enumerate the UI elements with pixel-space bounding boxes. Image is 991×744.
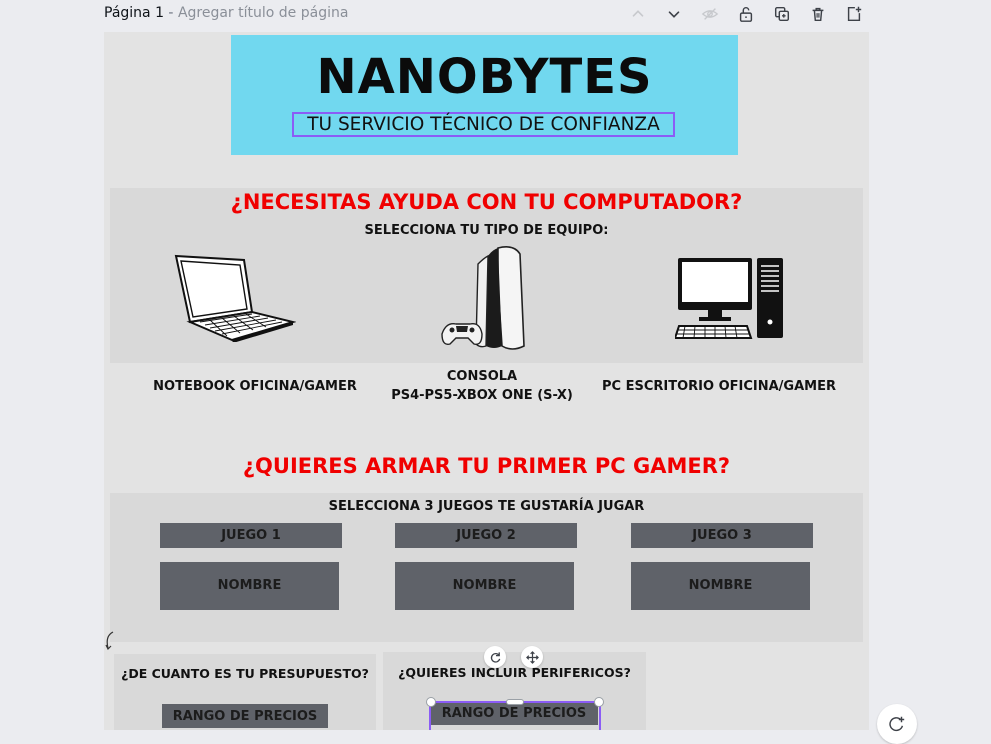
console-label-line2: PS4-PS5-XBOX ONE (S-X): [391, 388, 573, 403]
chevron-up-icon[interactable]: [628, 4, 648, 24]
gamer-section-title[interactable]: ¿QUIERES ARMAR TU PRIMER PC GAMER?: [104, 454, 869, 478]
separator: -: [163, 5, 178, 21]
move-icon[interactable]: [521, 646, 543, 668]
resize-handle-top-left[interactable]: [426, 697, 436, 707]
budget-price-range-button[interactable]: RANGO DE PRECIOS: [162, 704, 328, 728]
curved-arrow-icon: [104, 630, 116, 652]
laptop-icon[interactable]: [170, 252, 297, 343]
help-section-title[interactable]: ¿NECESITAS AYUDA CON TU COMPUTADOR?: [104, 190, 869, 214]
budget-card[interactable]: ¿DE CUANTO ES TU PRESUPUESTO? RANGO DE P…: [114, 654, 376, 730]
selection-frame: [429, 701, 601, 730]
game-2-name-field[interactable]: NOMBRE: [395, 562, 574, 610]
console-label[interactable]: CONSOLA PS4-PS5-XBOX ONE (S-X): [372, 367, 592, 405]
game-1-header[interactable]: JUEGO 1: [160, 523, 342, 548]
trash-icon[interactable]: [808, 4, 828, 24]
rotate-icon[interactable]: [484, 646, 506, 668]
eye-off-icon[interactable]: [700, 4, 720, 24]
page-title-bar: Página 1 - Agregar título de página: [104, 5, 348, 21]
tagline-selected[interactable]: TU SERVICIO TÉCNICO DE CONFIANZA: [292, 112, 675, 137]
notebook-label[interactable]: NOTEBOOK OFICINA/GAMER: [140, 377, 370, 396]
design-canvas[interactable]: NANOBYTES TU SERVICIO TÉCNICO DE CONFIAN…: [104, 32, 869, 730]
console-label-line1: CONSOLA: [446, 369, 518, 384]
gamer-section-subtitle[interactable]: SELECCIONA 3 JUEGOS TE GUSTARÍA JUGAR: [104, 499, 869, 514]
desktop-label[interactable]: PC ESCRITORIO OFICINA/GAMER: [594, 377, 844, 396]
unlock-icon[interactable]: [736, 4, 756, 24]
peripherals-card-title: ¿QUIERES INCLUIR PERIFERICOS?: [398, 665, 631, 680]
help-section-subtitle[interactable]: SELECCIONA TU TIPO DE EQUIPO:: [104, 223, 869, 238]
brand-title[interactable]: NANOBYTES: [231, 49, 738, 105]
add-element-icon[interactable]: [877, 704, 917, 744]
add-page-icon[interactable]: [844, 4, 864, 24]
budget-card-title: ¿DE CUANTO ES TU PRESUPUESTO?: [121, 666, 369, 681]
game-3-name-field[interactable]: NOMBRE: [631, 562, 810, 610]
resize-handle-top-middle[interactable]: [506, 699, 524, 705]
chevron-down-icon[interactable]: [664, 4, 684, 24]
desktop-pc-icon[interactable]: [673, 256, 785, 340]
resize-handle-top-right[interactable]: [594, 697, 604, 707]
console-icon[interactable]: [440, 246, 532, 352]
add-page-title-input[interactable]: Agregar título de página: [178, 5, 349, 21]
page-number-label: Página 1: [104, 5, 164, 21]
page-toolbar: Página 1 - Agregar título de página: [0, 0, 991, 30]
game-1-name-field[interactable]: NOMBRE: [160, 562, 339, 610]
game-2-header[interactable]: JUEGO 2: [395, 523, 577, 548]
game-3-header[interactable]: JUEGO 3: [631, 523, 813, 548]
duplicate-icon[interactable]: [772, 4, 792, 24]
header-banner[interactable]: NANOBYTES TU SERVICIO TÉCNICO DE CONFIAN…: [231, 35, 738, 155]
